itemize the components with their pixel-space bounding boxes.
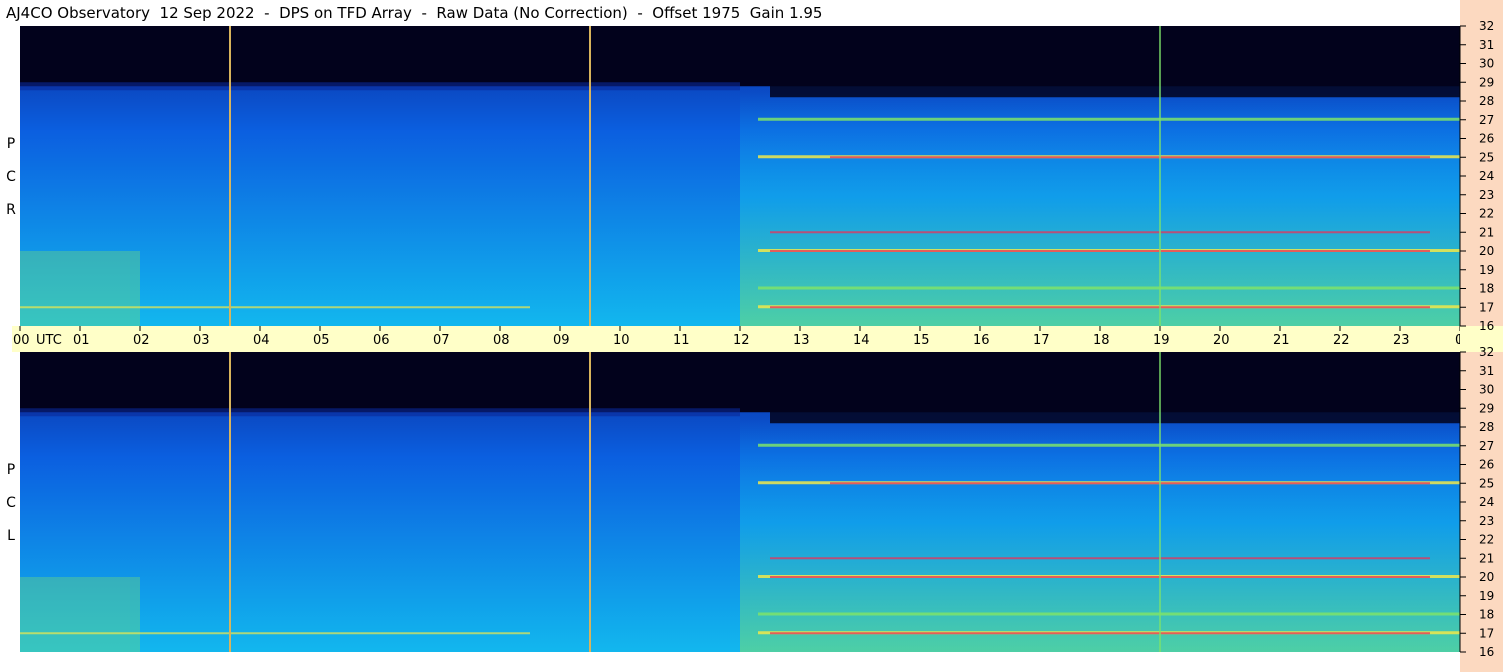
lcp-day-dark-top (770, 352, 1460, 424)
rcp-haze (20, 82, 740, 91)
frequency-tick-label-1-9: 23 (1479, 514, 1494, 528)
frequency-tick-label-1-8: 24 (1479, 495, 1494, 509)
lcp-interference-line-1 (770, 576, 1430, 578)
frequency-tick-label-0-11: 21 (1479, 225, 1494, 239)
frequency-tick-label-0-8: 24 (1479, 169, 1494, 183)
frequency-tick-label-1-14: 18 (1479, 608, 1494, 622)
rcp-day-noise (740, 91, 1460, 326)
time-tick-label-15: 15 (913, 333, 930, 348)
lcp-time-marker-1 (589, 352, 591, 652)
rcp-interference-line-0 (830, 156, 1430, 159)
time-tick-label-1: 01 (73, 333, 90, 348)
frequency-tick-label-1-4: 28 (1479, 420, 1494, 434)
frequency-tick-label-0-1: 31 (1479, 38, 1494, 52)
frequency-tick-label-1-7: 25 (1479, 476, 1494, 490)
spectrogram-chart: 00 01 02 03 04 05 06 07 08 09 10 11 12 13 14 15 16 17 18 19… (12, 0, 1503, 672)
lcp-interference-line-3 (770, 557, 1430, 560)
frequency-tick-label-1-0: 32 (1479, 345, 1494, 359)
frequency-tick-label-0-5: 27 (1479, 113, 1494, 127)
time-tick-label-7: 07 (433, 333, 450, 348)
time-tick-label-3: 03 (193, 333, 210, 348)
frequency-tick-label-1-13: 19 (1479, 589, 1494, 603)
frequency-tick-label-0-0: 32 (1479, 19, 1494, 33)
rcp-noise-band-27 (758, 117, 1460, 121)
frequency-tick-label-0-4: 28 (1479, 94, 1494, 108)
time-tick-label-14: 14 (853, 333, 870, 348)
rcp-interference-line-1 (770, 250, 1430, 252)
lcp-interference-line-2 (770, 632, 1430, 635)
time-tick-label-9: 09 (553, 333, 570, 348)
lcp-day-noise (740, 417, 1460, 652)
time-tick-label-12: 12 (733, 333, 750, 348)
frequency-tick-label-0-9: 23 (1479, 188, 1494, 202)
time-tick-label-21: 21 (1273, 333, 1290, 348)
lcp-spectrogram (20, 352, 1460, 652)
rcp-time-marker-1 (589, 26, 591, 326)
time-tick-label-17: 17 (1033, 333, 1050, 348)
frequency-tick-label-1-2: 30 (1479, 383, 1494, 397)
time-tick-label-0: 00 (13, 333, 30, 348)
frequency-tick-label-0-15: 17 (1479, 300, 1494, 314)
frequency-tick-label-0-10: 22 (1479, 207, 1494, 221)
frequency-tick-label-0-16: 16 (1479, 319, 1494, 333)
frequency-tick-label-0-14: 18 (1479, 282, 1494, 296)
rcp-interference-line-3 (770, 231, 1430, 234)
time-tick-label-20: 20 (1213, 333, 1230, 348)
time-tick-label-22: 22 (1333, 333, 1350, 348)
rcp-interference-line-2 (770, 306, 1430, 309)
time-tick-label-10: 10 (613, 333, 630, 348)
frequency-tick-label-0-7: 25 (1479, 150, 1494, 164)
lcp-vertical-noise-line (1159, 352, 1161, 652)
time-tick-label-8: 08 (493, 333, 510, 348)
rcp-noise-band-18 (758, 286, 1460, 290)
rcp-day-dark-top (770, 26, 1460, 98)
frequency-tick-label-1-3: 29 (1479, 401, 1494, 415)
rcp-vertical-noise-line (1159, 26, 1161, 326)
lcp-noise-band-27 (758, 443, 1460, 447)
frequency-tick-label-1-11: 21 (1479, 551, 1494, 565)
time-tick-label-23: 23 (1393, 333, 1410, 348)
time-axis-label: UTC (36, 333, 62, 348)
frequency-tick-label-0-12: 20 (1479, 244, 1494, 258)
rcp-spectrogram (20, 26, 1460, 326)
frequency-tick-label-0-3: 29 (1479, 75, 1494, 89)
time-tick-label-11: 11 (673, 333, 690, 348)
time-tick-label-16: 16 (973, 333, 990, 348)
utc-time-axis: 00 01 02 03 04 05 06 07 08 09 10 11 12 13 14 15 16 17 18 19… (12, 326, 1486, 352)
frequency-tick-label-0-2: 30 (1479, 57, 1494, 71)
time-tick-label-4: 04 (253, 333, 270, 348)
frequency-tick-label-1-6: 26 (1479, 458, 1494, 472)
rcp-night-17mhz-line (20, 306, 530, 309)
frequency-tick-label-1-15: 17 (1479, 626, 1494, 640)
lcp-time-marker-0 (229, 352, 231, 652)
frequency-axis: 32 31 30 29 28 27 26 25 24 23 22 21 20 19 18 17 16 32 31 30… (1459, 0, 1503, 672)
time-tick-label-18: 18 (1093, 333, 1110, 348)
rcp-early-noise (20, 251, 140, 326)
lcp-noise-band-18 (758, 612, 1460, 616)
time-tick-label-19: 19 (1153, 333, 1170, 348)
frequency-tick-label-1-1: 31 (1479, 364, 1494, 378)
frequency-tick-label-0-13: 19 (1479, 263, 1494, 277)
frequency-tick-label-0-6: 26 (1479, 132, 1494, 146)
time-tick-label-5: 05 (313, 333, 330, 348)
lcp-night-17mhz-line (20, 632, 530, 635)
time-tick-label-2: 02 (133, 333, 150, 348)
frequency-tick-label-1-16: 16 (1479, 645, 1494, 659)
lcp-interference-line-0 (830, 482, 1430, 485)
lcp-early-noise (20, 577, 140, 652)
rcp-time-marker-0 (229, 26, 231, 326)
frequency-tick-label-1-12: 20 (1479, 570, 1494, 584)
frequency-tick-label-1-5: 27 (1479, 439, 1494, 453)
time-tick-label-6: 06 (373, 333, 390, 348)
time-tick-label-13: 13 (793, 333, 810, 348)
lcp-haze (20, 408, 740, 417)
frequency-tick-label-1-10: 22 (1479, 533, 1494, 547)
